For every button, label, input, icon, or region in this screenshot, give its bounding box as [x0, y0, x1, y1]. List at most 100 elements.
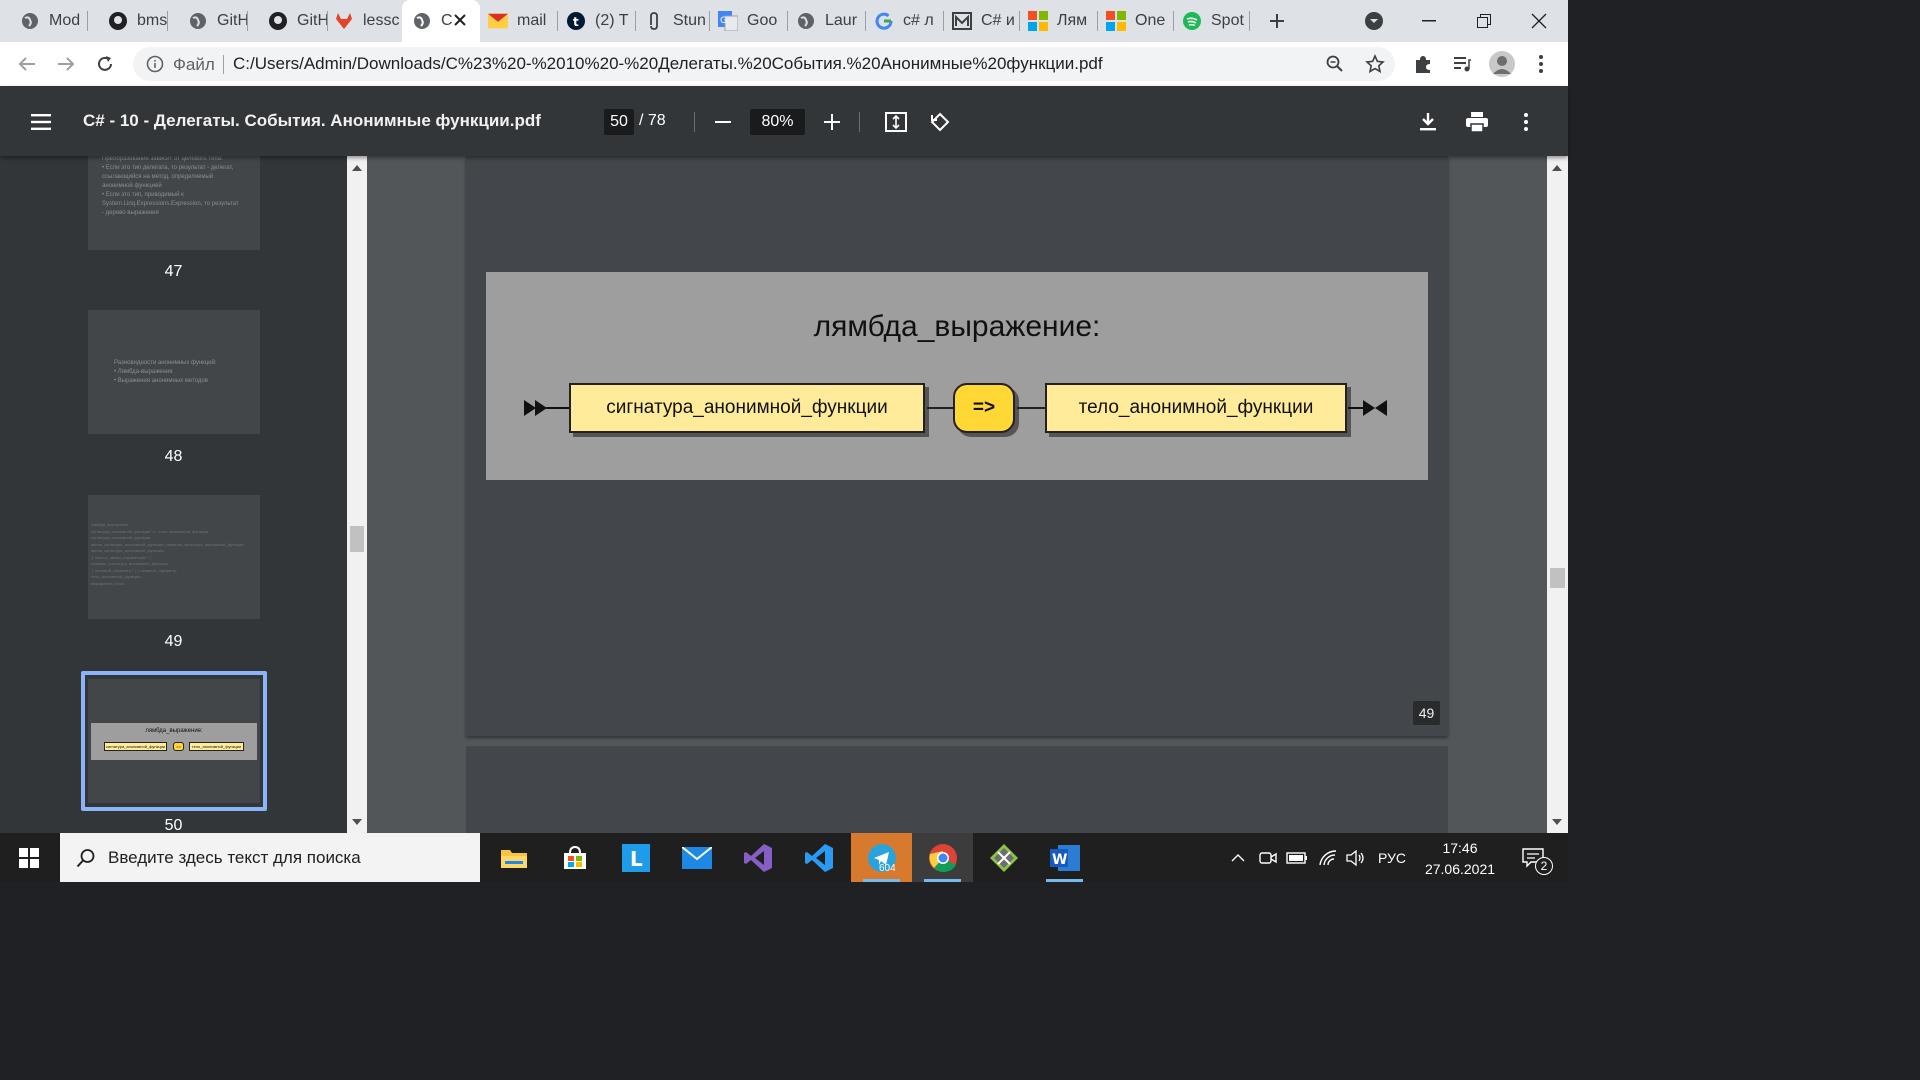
scrollbar-thumb[interactable] [1550, 568, 1565, 588]
language-indicator[interactable]: РУС [1372, 833, 1412, 882]
restore-button[interactable] [1456, 0, 1511, 42]
thumbnail-text: лямбда_выражение: [145, 728, 203, 734]
notification-center-button[interactable]: 2 [1508, 833, 1558, 882]
plus-icon [824, 114, 840, 130]
battery-button[interactable] [1284, 833, 1310, 882]
volume-button[interactable] [1344, 833, 1368, 882]
url-text[interactable]: C:/Users/Admin/Downloads/C%23%20-%2010%2… [233, 54, 1103, 74]
rotate-button[interactable] [927, 109, 953, 135]
close-tab-icon[interactable] [452, 12, 468, 28]
avatar-icon [1489, 51, 1515, 77]
clock[interactable]: 17:46 27.06.2021 [1412, 838, 1508, 880]
pdf-more-button[interactable] [1513, 109, 1539, 135]
zoom-level-input[interactable]: 80% [750, 109, 805, 135]
browser-tab[interactable]: Mod [0, 0, 88, 42]
file-explorer-taskbar-icon[interactable] [483, 833, 544, 882]
l-app-taskbar-icon[interactable]: L [605, 833, 666, 882]
browser-tab[interactable]: lessc [328, 0, 404, 42]
tab-title: Spot [1211, 12, 1244, 29]
browser-tab[interactable]: bms [88, 0, 168, 42]
print-button[interactable] [1464, 109, 1490, 135]
meet-now-button[interactable] [1256, 833, 1280, 882]
network-button[interactable] [1316, 833, 1340, 882]
viewer-scrollbar[interactable] [1547, 156, 1568, 833]
browser-tab[interactable]: Laur [788, 0, 866, 42]
scroll-up-arrow-icon[interactable] [351, 162, 363, 174]
taskbar-search-box[interactable]: Введите здесь текст для поиска [60, 833, 480, 882]
thumbnail-page-number: 50 [164, 817, 183, 833]
thumbnail-page-number: 48 [164, 448, 183, 465]
scroll-down-arrow-icon[interactable] [1551, 816, 1563, 828]
back-button[interactable] [15, 52, 39, 76]
address-bar[interactable]: Файл C:/Users/Admin/Downloads/C%23%20-%2… [133, 47, 1395, 81]
browser-tab[interactable]: Spot [1174, 0, 1250, 42]
browser-tab[interactable]: Лям [1020, 0, 1098, 42]
svg-text:G: G [720, 16, 727, 26]
mail-taskbar-icon[interactable] [666, 833, 727, 882]
wifi-icon [1319, 849, 1337, 865]
tab-title: Goo [747, 12, 778, 29]
browser-tab-active[interactable]: C [402, 0, 480, 42]
page-number-input[interactable]: 50 [604, 109, 634, 135]
tab-title: (2) T [595, 12, 629, 29]
forward-button[interactable] [54, 52, 78, 76]
thumbnail-text: лямбда_выражение: сигнатура_анонимной_фу… [91, 522, 244, 586]
zoom-icon[interactable] [1326, 55, 1344, 78]
extensions-button[interactable] [1411, 52, 1435, 76]
browser-tab[interactable]: t (2) T [558, 0, 636, 42]
chrome-taskbar-icon[interactable] [912, 833, 973, 882]
browser-tab[interactable]: Stun [636, 0, 710, 42]
fit-to-page-button[interactable] [883, 109, 909, 135]
scroll-down-arrow-icon[interactable] [351, 816, 363, 828]
word-taskbar-icon[interactable]: W [1034, 833, 1095, 882]
thumbnail-sidebar: Преобразование зависит от целевого типа:… [0, 156, 347, 833]
browser-tab[interactable]: c# л [866, 0, 944, 42]
git-app-taskbar-icon[interactable] [973, 833, 1034, 882]
gitlab-icon [334, 11, 354, 31]
close-window-button[interactable] [1511, 0, 1566, 42]
zoom-in-button[interactable] [819, 109, 845, 135]
connector-line [927, 407, 953, 409]
start-button[interactable] [0, 833, 58, 882]
browser-tab[interactable]: C# и [944, 0, 1020, 42]
reload-button[interactable] [93, 52, 117, 76]
pdf-page: лямбда_выражение: сигнатура_анонимной_фу… [466, 156, 1448, 736]
page-thumbnail-50[interactable]: лямбда_выражение: сигнатура_анонимной_фу… [88, 679, 260, 803]
tray-overflow-button[interactable] [1226, 833, 1250, 882]
info-icon[interactable] [146, 55, 164, 78]
browser-tab[interactable]: One [1098, 0, 1174, 42]
page-thumbnail-47[interactable]: Преобразование зависит от целевого типа:… [88, 156, 260, 250]
browser-tab[interactable]: G Goo [710, 0, 788, 42]
media-control-button[interactable] [1450, 52, 1474, 76]
vscode-taskbar-icon[interactable] [788, 833, 849, 882]
zoom-out-button[interactable] [710, 109, 736, 135]
browser-menu-button[interactable] [1529, 52, 1553, 76]
page-thumbnail-49[interactable]: лямбда_выражение: сигнатура_анонимной_фу… [88, 495, 260, 619]
thumbnail-text: Разновидности анонимных функций: • Лямбд… [114, 360, 217, 384]
tab-title: Лям [1057, 12, 1088, 29]
signature-box: сигнатура_анонимной_функции [569, 383, 925, 433]
scrollbar-thumb[interactable] [350, 526, 364, 552]
tab-search-button[interactable] [1346, 0, 1401, 42]
pdf-viewer[interactable]: лямбда_выражение: сигнатура_анонимной_фу… [367, 156, 1547, 833]
scroll-up-arrow-icon[interactable] [1551, 162, 1563, 174]
sidebar-toggle-button[interactable] [28, 109, 54, 135]
svg-text:L: L [630, 847, 643, 871]
m-icon [952, 11, 972, 31]
new-tab-button[interactable] [1250, 0, 1304, 42]
syntax-diagram: лямбда_выражение: сигнатура_анонимной_фу… [486, 272, 1428, 480]
browser-tab[interactable]: GitH [168, 0, 248, 42]
page-thumbnail-48[interactable]: Разновидности анонимных функций: • Лямбд… [88, 310, 260, 434]
browser-tab[interactable]: GitH [248, 0, 328, 42]
sidebar-scrollbar[interactable] [347, 156, 367, 833]
visual-studio-taskbar-icon[interactable] [727, 833, 788, 882]
profile-avatar[interactable] [1488, 50, 1516, 78]
download-icon [1420, 113, 1436, 131]
clock-time: 17:46 [1442, 840, 1478, 856]
microsoft-store-taskbar-icon[interactable] [544, 833, 605, 882]
telegram-taskbar-icon[interactable]: 604 [851, 833, 912, 882]
bookmark-star-icon[interactable] [1365, 54, 1385, 79]
download-button[interactable] [1415, 109, 1441, 135]
minimize-button[interactable] [1401, 0, 1456, 42]
browser-tab[interactable]: mail [480, 0, 558, 42]
